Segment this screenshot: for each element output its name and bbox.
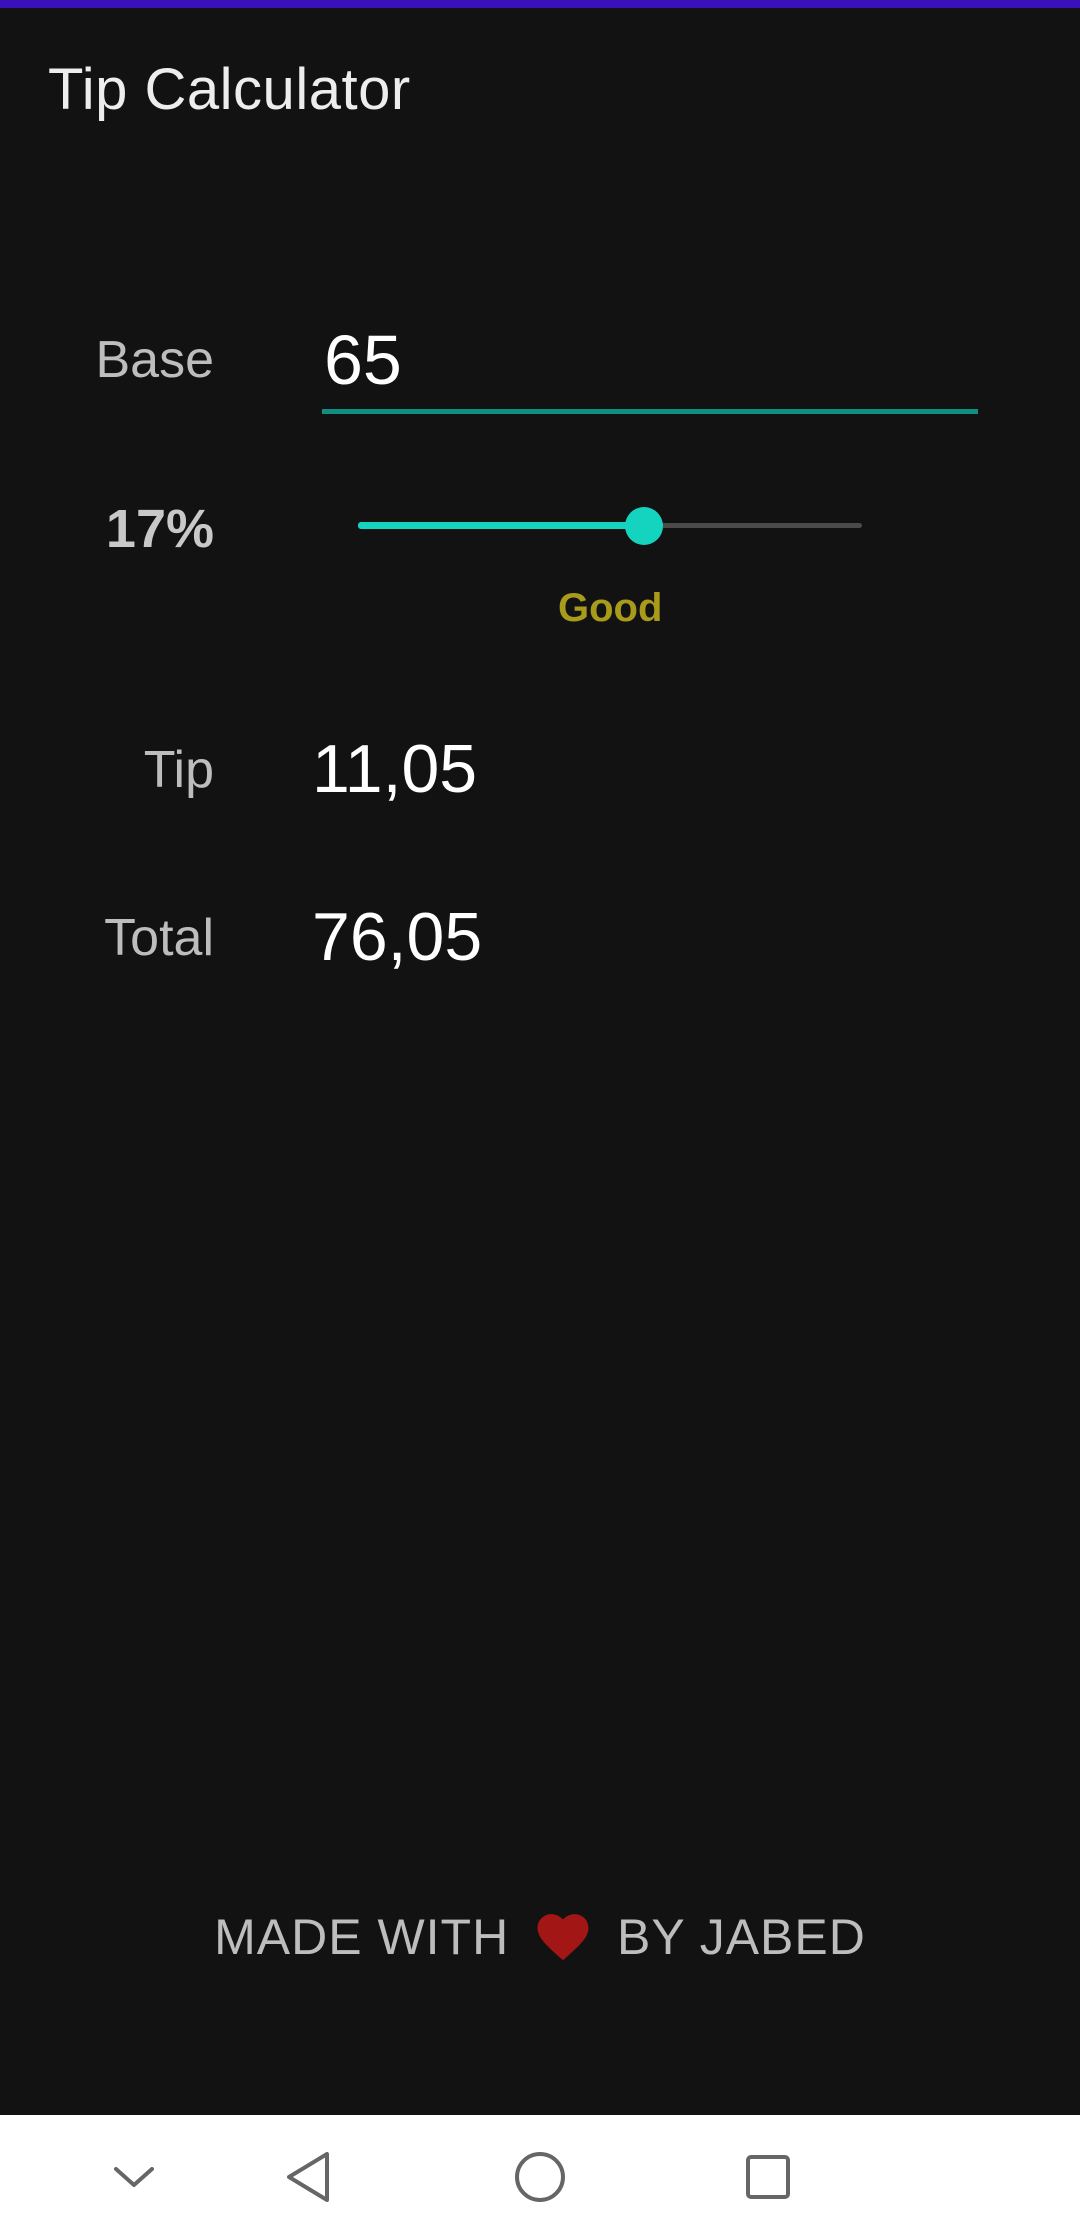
home-button[interactable] — [490, 2115, 590, 2239]
footer-text-after: BY JABED — [617, 1909, 866, 1965]
recents-button[interactable] — [718, 2115, 818, 2239]
footer-credit: MADE WITH BY JABED — [0, 1906, 1080, 1974]
slider-thumb[interactable] — [625, 507, 663, 545]
system-nav-bar — [0, 2115, 1080, 2239]
recents-icon — [746, 2155, 790, 2199]
back-button[interactable] — [258, 2115, 358, 2239]
hide-keyboard-button[interactable] — [84, 2115, 184, 2239]
total-amount: 76,05 — [312, 899, 483, 975]
back-icon — [287, 2152, 329, 2202]
base-amount-input[interactable] — [322, 314, 978, 414]
tip-percent-slider[interactable] — [358, 506, 862, 546]
base-label: Base — [95, 331, 214, 389]
tip-label: Tip — [143, 741, 214, 799]
status-bar-strip — [0, 0, 1080, 8]
footer-text-before: MADE WITH — [214, 1909, 510, 1965]
tip-amount: 11,05 — [312, 731, 478, 807]
hide-keyboard-icon — [114, 2167, 154, 2187]
heart-icon — [532, 1906, 594, 1974]
tip-quality-label: Good — [558, 586, 663, 630]
tip-percent-label: 17% — [105, 499, 214, 559]
home-icon — [515, 2152, 565, 2202]
total-label: Total — [104, 909, 214, 967]
app-title: Tip Calculator — [48, 57, 411, 122]
slider-fill — [358, 522, 644, 529]
